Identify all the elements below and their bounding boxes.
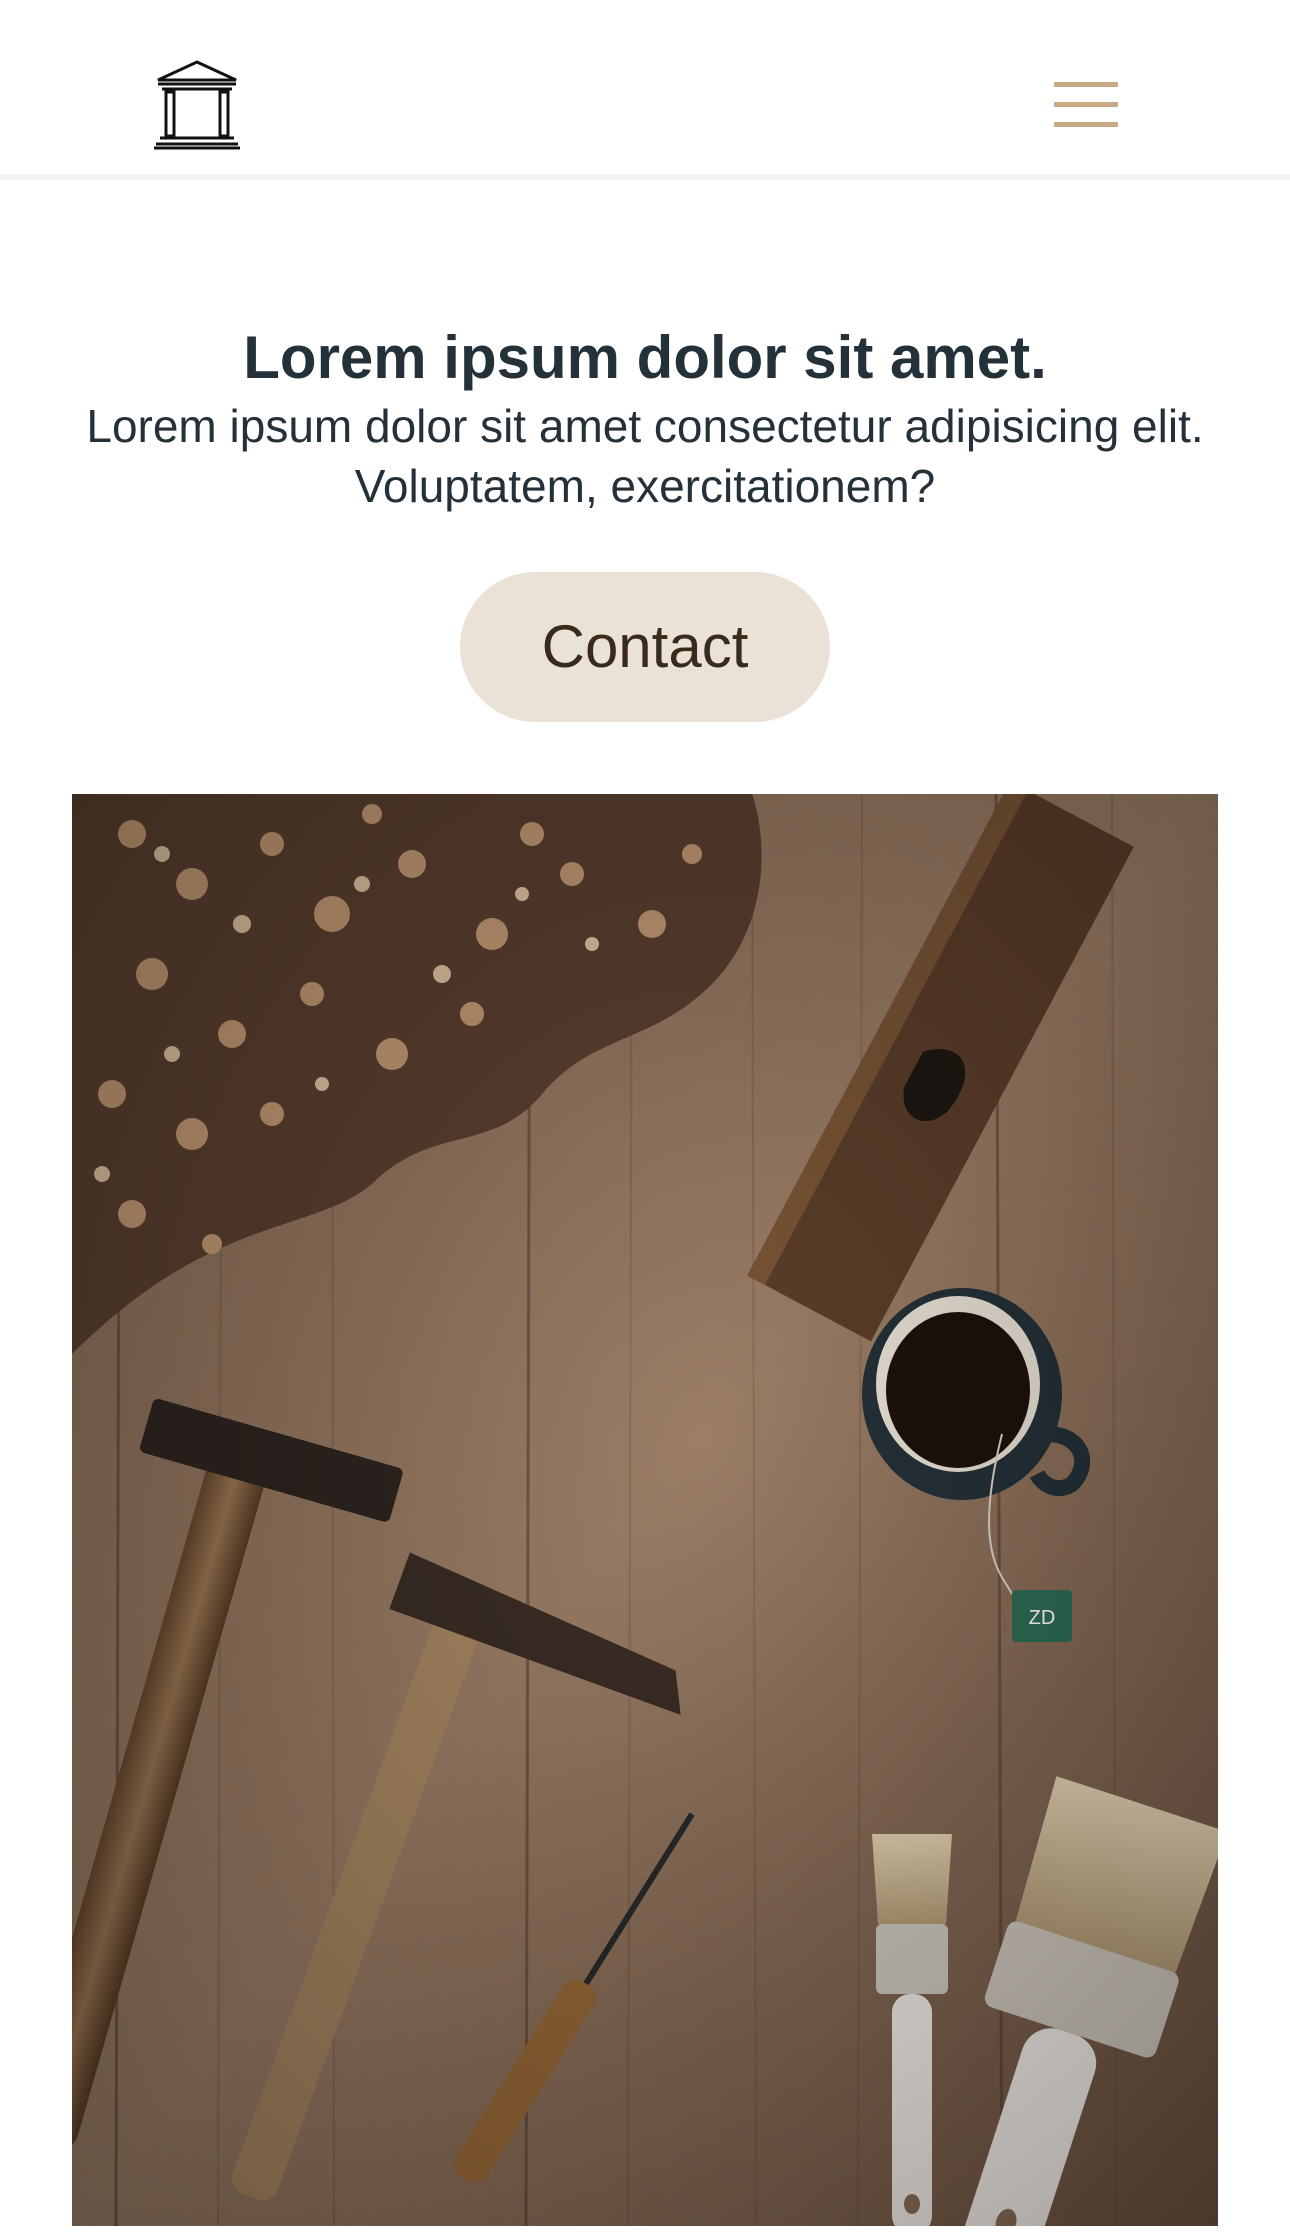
temple-columns-icon[interactable] <box>152 58 242 150</box>
contact-button[interactable]: Contact <box>460 572 830 722</box>
hamburger-menu-icon[interactable] <box>1054 76 1120 128</box>
page: Lorem ipsum dolor sit amet. Lorem ipsum … <box>0 0 1290 2239</box>
hero-subtitle: Lorem ipsum dolor sit amet consectetur a… <box>86 400 1204 512</box>
site-header <box>0 0 1290 180</box>
hero-title: Lorem ipsum dolor sit amet. <box>243 324 1047 391</box>
menu-line-top <box>1054 82 1118 87</box>
menu-line-middle <box>1054 102 1118 107</box>
hero-photo: ZD <box>72 794 1218 2226</box>
menu-line-bottom <box>1054 122 1118 127</box>
